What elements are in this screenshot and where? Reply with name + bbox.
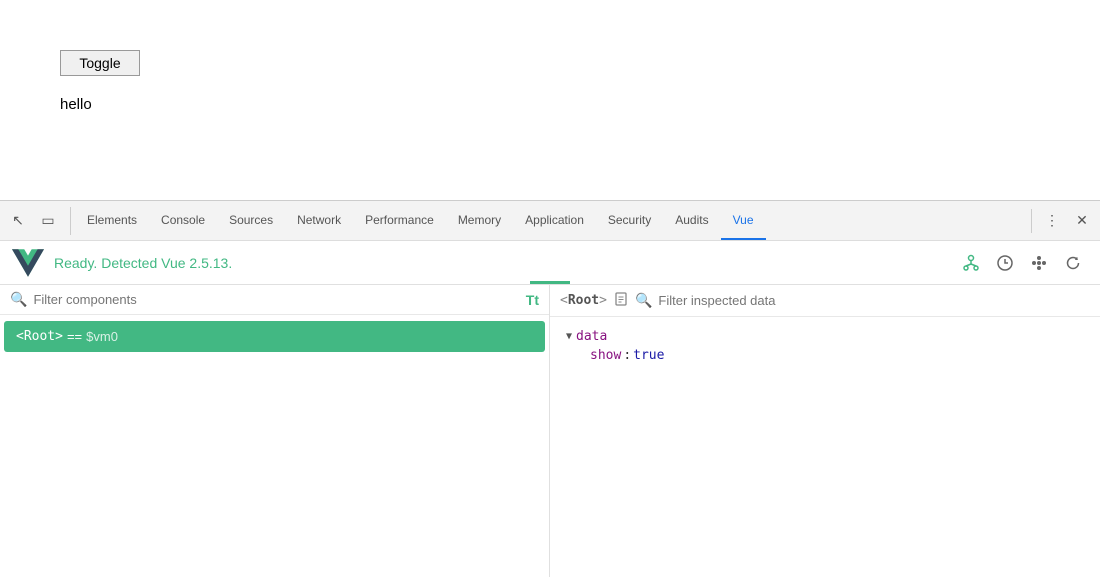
tab-sources[interactable]: Sources <box>217 201 285 240</box>
devtools-tabs: Elements Console Sources Network Perform… <box>75 201 1027 240</box>
vue-ready-text: Ready. Detected Vue 2.5.13. <box>54 255 232 271</box>
tab-elements[interactable]: Elements <box>75 201 149 240</box>
tab-memory[interactable]: Memory <box>446 201 513 240</box>
devtools-icon-group: ↖ ▭ <box>4 207 71 235</box>
show-key-label: show <box>590 348 621 363</box>
equals-label: == <box>67 329 82 344</box>
doc-icon[interactable] <box>613 291 629 310</box>
colon-label: : <box>623 348 631 363</box>
triangle-icon: ▼ <box>566 331 572 342</box>
devtools-panel: ↖ ▭ Elements Console Sources Network Per… <box>0 200 1100 577</box>
filter-inspected-data-input[interactable] <box>658 293 1090 308</box>
vuex-button[interactable] <box>1024 248 1054 278</box>
show-value-label: true <box>633 348 664 363</box>
data-row: ▼ data <box>566 329 1084 344</box>
vue-bar: Ready. Detected Vue 2.5.13. <box>0 241 1100 285</box>
tab-audits[interactable]: Audits <box>663 201 720 240</box>
data-key-label: data <box>576 329 607 344</box>
tab-security[interactable]: Security <box>596 201 663 240</box>
browser-viewport: Toggle hello <box>0 0 1100 200</box>
component-list: <Root> == $vm0 <box>0 315 549 577</box>
tab-console[interactable]: Console <box>149 201 217 240</box>
hello-text: hello <box>60 96 1100 113</box>
devtools-toolbar: ↖ ▭ Elements Console Sources Network Per… <box>0 201 1100 241</box>
vm-var-label: $vm0 <box>86 329 118 344</box>
root-tag-label: <Root> <box>16 329 63 344</box>
right-root-tag: <Root> <box>560 293 607 308</box>
vue-active-indicator <box>530 281 570 284</box>
devtools-tab-overflow: ⋮ ✕ <box>1027 207 1096 235</box>
tab-vue[interactable]: Vue <box>721 201 766 240</box>
vue-bar-actions <box>956 248 1088 278</box>
history-button[interactable] <box>990 248 1020 278</box>
toggle-button[interactable]: Toggle <box>60 50 140 76</box>
right-panel: <Root> 🔍 ▼ data <box>550 285 1100 577</box>
search-icon: 🔍 <box>10 291 27 308</box>
component-tree-button[interactable] <box>956 248 986 278</box>
right-search-icon: 🔍 <box>635 292 652 309</box>
close-devtools-button[interactable]: ✕ <box>1068 207 1096 235</box>
vue-logo <box>12 247 44 279</box>
tab-performance[interactable]: Performance <box>353 201 446 240</box>
device-icon[interactable]: ▭ <box>34 207 62 235</box>
right-filter-bar: <Root> 🔍 <box>550 285 1100 317</box>
show-row: show : true <box>566 348 1084 363</box>
filter-case-button[interactable]: Tt <box>526 292 539 308</box>
component-filter-bar: 🔍 Tt <box>0 285 549 315</box>
devtools-content: 🔍 Tt <Root> == $vm0 <Root> <box>0 285 1100 577</box>
refresh-button[interactable] <box>1058 248 1088 278</box>
more-tabs-button[interactable]: ⋮ <box>1038 207 1066 235</box>
tab-application[interactable]: Application <box>513 201 596 240</box>
left-panel: 🔍 Tt <Root> == $vm0 <box>0 285 550 577</box>
filter-components-input[interactable] <box>33 292 519 307</box>
data-tree: ▼ data show : true <box>550 317 1100 577</box>
cursor-icon[interactable]: ↖ <box>4 207 32 235</box>
tab-network[interactable]: Network <box>285 201 353 240</box>
root-component-item[interactable]: <Root> == $vm0 <box>4 321 545 352</box>
